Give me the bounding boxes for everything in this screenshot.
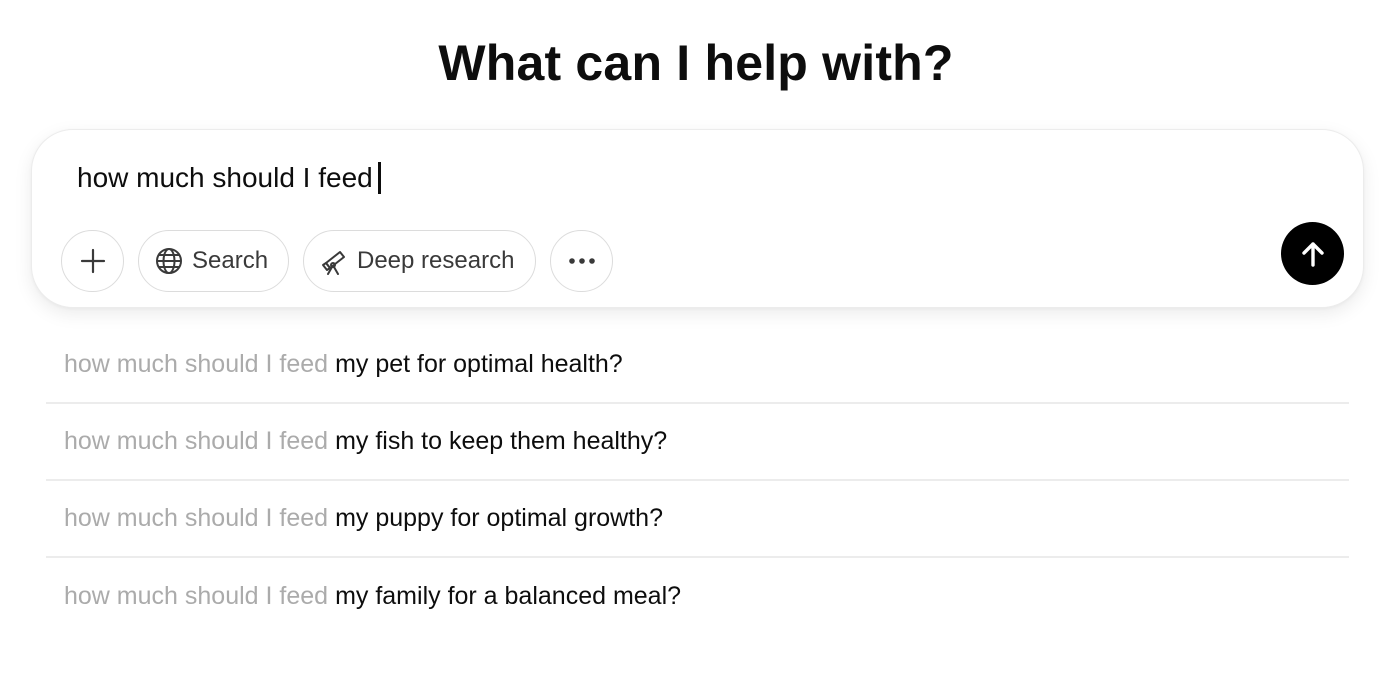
suggestion-completion: my puppy for optimal growth? [335,504,663,532]
suggestion-typed-prefix: how much should I feed [64,504,329,532]
prompt-input-text: how much should I feed [77,162,373,193]
deep-research-button-label: Deep research [357,247,515,274]
deep-research-button[interactable]: Deep research [303,230,536,292]
more-options-button[interactable] [550,230,613,292]
plus-icon [80,248,106,274]
send-button[interactable] [1281,222,1344,285]
autocomplete-suggestions: how much should I feed my pet for optimal… [46,327,1349,635]
suggestion-item[interactable]: how much should I feed my pet for optimal… [46,327,1349,404]
suggestion-item[interactable]: how much should I feed my puppy for optim… [46,481,1349,558]
search-button[interactable]: Search [138,230,289,292]
suggestion-completion: my pet for optimal health? [335,350,623,378]
text-caret [377,162,381,194]
suggestion-item[interactable]: how much should I feed my family for a ba… [46,558,1349,635]
ellipsis-icon [568,257,596,265]
prompt-composer: how much should I feed Search Deep resea… [31,129,1364,308]
suggestion-item[interactable]: how much should I feed my fish to keep th… [46,404,1349,481]
search-button-label: Search [192,247,269,274]
suggestion-completion: my family for a balanced meal? [335,582,682,610]
prompt-input[interactable]: how much should I feed [77,158,381,198]
arrow-up-icon [1298,239,1328,269]
globe-icon [155,247,183,275]
page-title: What can I help with? [438,35,954,91]
suggestion-completion: my fish to keep them healthy? [335,427,668,455]
suggestion-typed-prefix: how much should I feed [64,582,329,610]
telescope-icon [320,247,348,275]
suggestion-typed-prefix: how much should I feed [64,427,329,455]
page: What can I help with? how much should I … [0,0,1400,687]
suggestion-typed-prefix: how much should I feed [64,350,329,378]
add-attachment-button[interactable] [61,230,124,292]
